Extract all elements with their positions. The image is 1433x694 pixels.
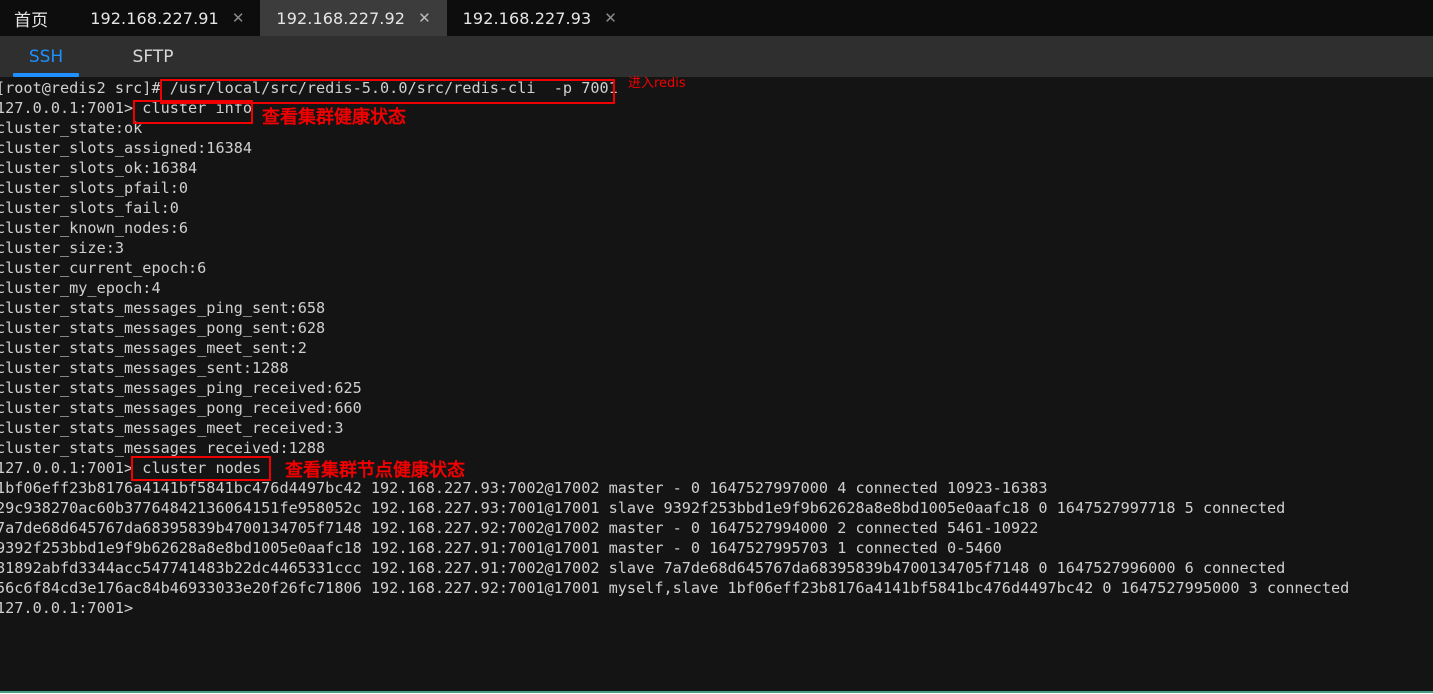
terminal-line: cluster_stats_messages_sent:1288 <box>0 359 289 377</box>
tab-sftp-label: SFTP <box>132 46 174 67</box>
terminal-line: cluster_stats_messages_meet_received:3 <box>0 419 344 437</box>
terminal-line: cluster_state:ok <box>0 119 143 137</box>
terminal-line: cluster_stats_messages_ping_sent:658 <box>0 299 326 317</box>
terminal-line: cluster_current_epoch:6 <box>0 259 207 277</box>
tab-192-168-227-93[interactable]: 192.168.227.93 ✕ <box>446 0 633 36</box>
terminal-line: cluster_stats_messages_received:1288 <box>0 439 326 457</box>
close-icon[interactable]: ✕ <box>418 10 431 26</box>
terminal-line: cluster_size:3 <box>0 239 125 257</box>
terminal-line: cluster_stats_messages_meet_sent:2 <box>0 339 307 357</box>
tab-label: 192.168.227.93 <box>462 8 592 28</box>
protocol-tab-bar: SSH SFTP <box>0 36 1433 77</box>
terminal-output-pane[interactable]: [root@redis2 src]# /usr/local/src/redis-… <box>0 77 1433 691</box>
close-icon[interactable]: ✕ <box>232 10 245 26</box>
annotation-cluster-info: 查看集群健康状态 <box>262 107 406 128</box>
tab-label: 192.168.227.92 <box>276 8 406 28</box>
terminal-line: 1bf06eff23b8176a4141bf5841bc476d4497bc42… <box>0 479 1048 497</box>
tab-home[interactable]: 首页 <box>0 0 75 36</box>
terminal-app-window: 首页 192.168.227.91 ✕ 192.168.227.92 ✕ 192… <box>0 0 1433 694</box>
annotation-cluster-nodes: 查看集群节点健康状态 <box>285 460 465 481</box>
tab-home-label: 首页 <box>14 10 49 31</box>
annotation-enter-redis: 进入redis <box>628 76 686 91</box>
terminal-line: cluster_stats_messages_ping_received:625 <box>0 379 362 397</box>
terminal-line: 7a7de68d645767da68395839b4700134705f7148… <box>0 519 1039 537</box>
terminal-line: 29c938270ac60b37764842136064151fe958052c… <box>0 499 1286 517</box>
terminal-lines: [root@redis2 src]# /usr/local/src/redis-… <box>0 78 1433 618</box>
tab-192-168-227-92[interactable]: 192.168.227.92 ✕ <box>260 0 447 36</box>
terminal-line: 81892abfd3344acc547741483b22dc4465331ccc… <box>0 559 1286 577</box>
terminal-line: 56c6f84cd3e176ac84b46933033e20f26fc71806… <box>0 579 1350 597</box>
tab-ssh-label: SSH <box>28 46 64 67</box>
terminal-line: 127.0.0.1:7001> cluster nodes <box>0 459 262 477</box>
terminal-line: cluster_slots_pfail:0 <box>0 179 189 197</box>
session-tab-bar: 首页 192.168.227.91 ✕ 192.168.227.92 ✕ 192… <box>0 0 1433 36</box>
terminal-line: cluster_known_nodes:6 <box>0 219 189 237</box>
terminal-line: [root@redis2 src]# /usr/local/src/redis-… <box>0 79 618 97</box>
tab-192-168-227-91[interactable]: 192.168.227.91 ✕ <box>74 0 261 36</box>
terminal-prompt-line: 127.0.0.1:7001> <box>0 599 134 617</box>
terminal-line: cluster_stats_messages_pong_sent:628 <box>0 319 326 337</box>
tab-ssh[interactable]: SSH <box>6 36 86 77</box>
terminal-line: cluster_stats_messages_pong_received:660 <box>0 399 362 417</box>
terminal-line: 9392f253bbd1e9f9b62628a8e8bd1005e0aafc18… <box>0 539 1002 557</box>
terminal-line: 127.0.0.1:7001> cluster info <box>0 99 253 117</box>
terminal-line: cluster_slots_ok:16384 <box>0 159 198 177</box>
terminal-line: cluster_my_epoch:4 <box>0 279 161 297</box>
terminal-line: cluster_slots_fail:0 <box>0 199 179 217</box>
tab-sftp[interactable]: SFTP <box>108 36 198 77</box>
terminal-line: cluster_slots_assigned:16384 <box>0 139 253 157</box>
close-icon[interactable]: ✕ <box>604 10 617 26</box>
tab-label: 192.168.227.91 <box>90 8 219 28</box>
